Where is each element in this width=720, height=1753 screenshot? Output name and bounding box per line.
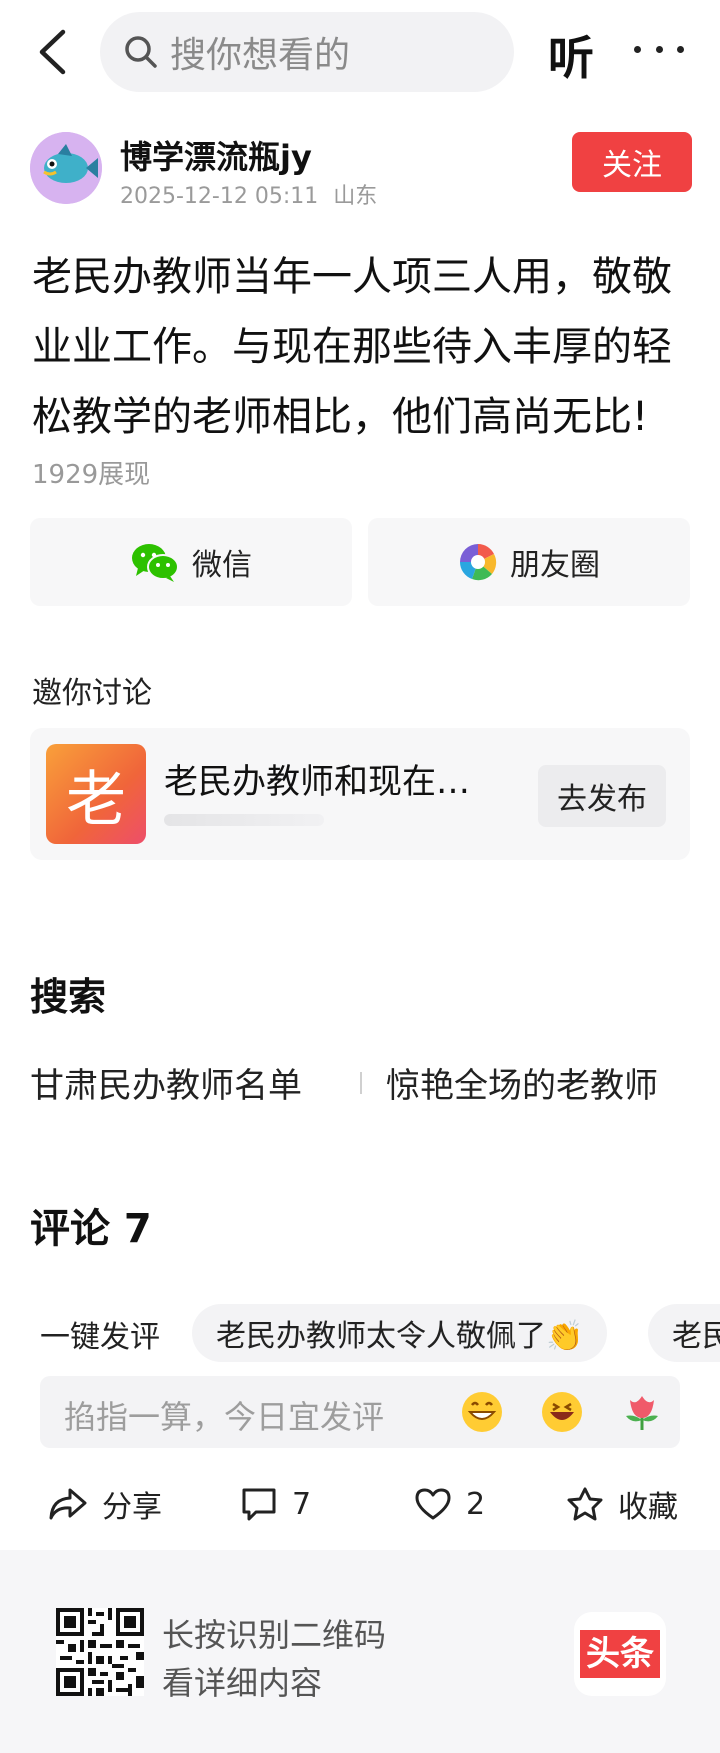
- author-name[interactable]: 博学漂流瓶jy: [120, 132, 312, 178]
- fish-avatar-icon: [30, 132, 102, 204]
- avatar[interactable]: [30, 132, 102, 204]
- comment-placeholder: 掐指一算，今日宜发评: [64, 1398, 385, 1436]
- tulip-flower-icon[interactable]: [620, 1390, 664, 1434]
- toutiao-logo: 头条: [574, 1612, 666, 1696]
- dot-icon: [634, 45, 641, 53]
- qr-code: [56, 1608, 144, 1696]
- view-count: 1929展现: [32, 460, 151, 490]
- footer-qr-section: 长按识别二维码 看详细内容 头条: [0, 1550, 720, 1753]
- share-label: 分享: [102, 1490, 162, 1525]
- grinning-face-icon[interactable]: [460, 1390, 504, 1434]
- more-options-button[interactable]: [634, 34, 684, 64]
- share-moments-button[interactable]: 朋友圈: [368, 518, 690, 606]
- action-bar: 分享 7 2 收藏: [0, 1472, 720, 1536]
- share-moments-label: 朋友圈: [510, 548, 600, 583]
- favorite-action[interactable]: 收藏: [566, 1472, 678, 1536]
- wechat-icon: [130, 541, 180, 583]
- comment-action[interactable]: 7: [240, 1472, 311, 1536]
- follow-button[interactable]: 关注: [572, 132, 692, 192]
- quick-comment-bar: 一键发评 老民办教师太令人敬佩了👏 老民: [0, 1304, 720, 1362]
- search-placeholder: 搜你想看的: [170, 35, 351, 76]
- footer-hint-line2: 看详细内容: [162, 1664, 323, 1702]
- laughing-face-icon[interactable]: [540, 1390, 584, 1434]
- moments-icon: [458, 542, 498, 582]
- quick-comment-label: 一键发评: [40, 1320, 160, 1355]
- invite-card[interactable]: 老 老民办教师和现在… 去发布: [30, 728, 690, 860]
- brand-label: 头条: [580, 1630, 660, 1678]
- related-search-item[interactable]: 惊艳全场的老教师: [386, 1058, 658, 1107]
- comments-title: 评论 7: [30, 1206, 152, 1252]
- listen-button[interactable]: 听: [548, 22, 594, 88]
- post-location: 山东: [333, 184, 378, 209]
- like-count: 2: [466, 1486, 486, 1522]
- like-action[interactable]: 2: [414, 1472, 485, 1536]
- share-action[interactable]: 分享: [48, 1472, 162, 1536]
- quick-comment-chip[interactable]: 老民: [648, 1304, 720, 1362]
- star-icon: [566, 1486, 604, 1522]
- search-section-title: 搜索: [30, 975, 107, 1019]
- back-button[interactable]: [30, 24, 74, 80]
- topic-thumbnail: 老: [46, 744, 146, 844]
- author-header: 博学漂流瓶jy 2025-12-12 05:11 山东 关注: [30, 132, 692, 210]
- share-arrow-icon: [48, 1486, 88, 1522]
- publish-button[interactable]: 去发布: [538, 765, 666, 827]
- invite-topic: 老民办教师和现在…: [164, 762, 470, 802]
- favorite-label: 收藏: [618, 1490, 678, 1525]
- chevron-left-icon: [39, 29, 66, 75]
- post-datetime: 2025-12-12 05:11: [120, 184, 319, 209]
- post-text: 老民办教师当年一人项三人用，敬敬业业工作。与现在那些待入丰厚的轻松教学的老师相比…: [32, 254, 672, 440]
- invite-subtitle-placeholder: [164, 814, 324, 826]
- search-input[interactable]: 搜你想看的: [100, 12, 514, 92]
- top-bar: 搜你想看的 听: [0, 0, 720, 104]
- related-searches: 甘肃民办教师名单 惊艳全场的老教师: [30, 1058, 690, 1108]
- comment-count: 7: [292, 1486, 312, 1522]
- heart-icon: [414, 1487, 452, 1521]
- comment-bubble-icon: [240, 1486, 278, 1522]
- related-search-item[interactable]: 甘肃民办教师名单: [30, 1058, 302, 1107]
- post-meta: 2025-12-12 05:11 山东: [120, 178, 377, 210]
- search-icon: [125, 36, 157, 68]
- footer-hint-line1: 长按识别二维码: [162, 1616, 387, 1654]
- share-wechat-label: 微信: [192, 548, 252, 583]
- share-wechat-button[interactable]: 微信: [30, 518, 352, 606]
- quick-comment-chip[interactable]: 老民办教师太令人敬佩了👏: [192, 1304, 608, 1362]
- dot-icon: [655, 45, 663, 53]
- comment-input[interactable]: 掐指一算，今日宜发评: [40, 1376, 680, 1448]
- share-row: 微信 朋友圈: [30, 518, 690, 606]
- divider: [360, 1072, 362, 1094]
- dot-icon: [677, 45, 684, 53]
- invite-title: 邀你讨论: [32, 676, 152, 711]
